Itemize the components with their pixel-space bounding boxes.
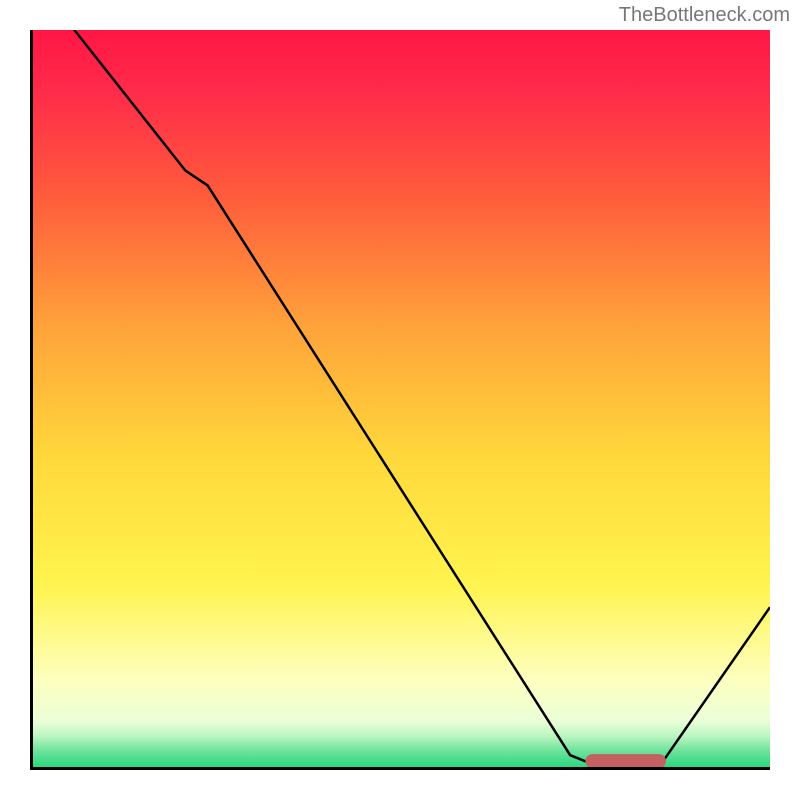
chart-container: TheBottleneck.com <box>0 0 800 800</box>
watermark-text: TheBottleneck.com <box>619 4 790 27</box>
chart-svg <box>30 30 770 770</box>
plot-background <box>30 30 770 770</box>
